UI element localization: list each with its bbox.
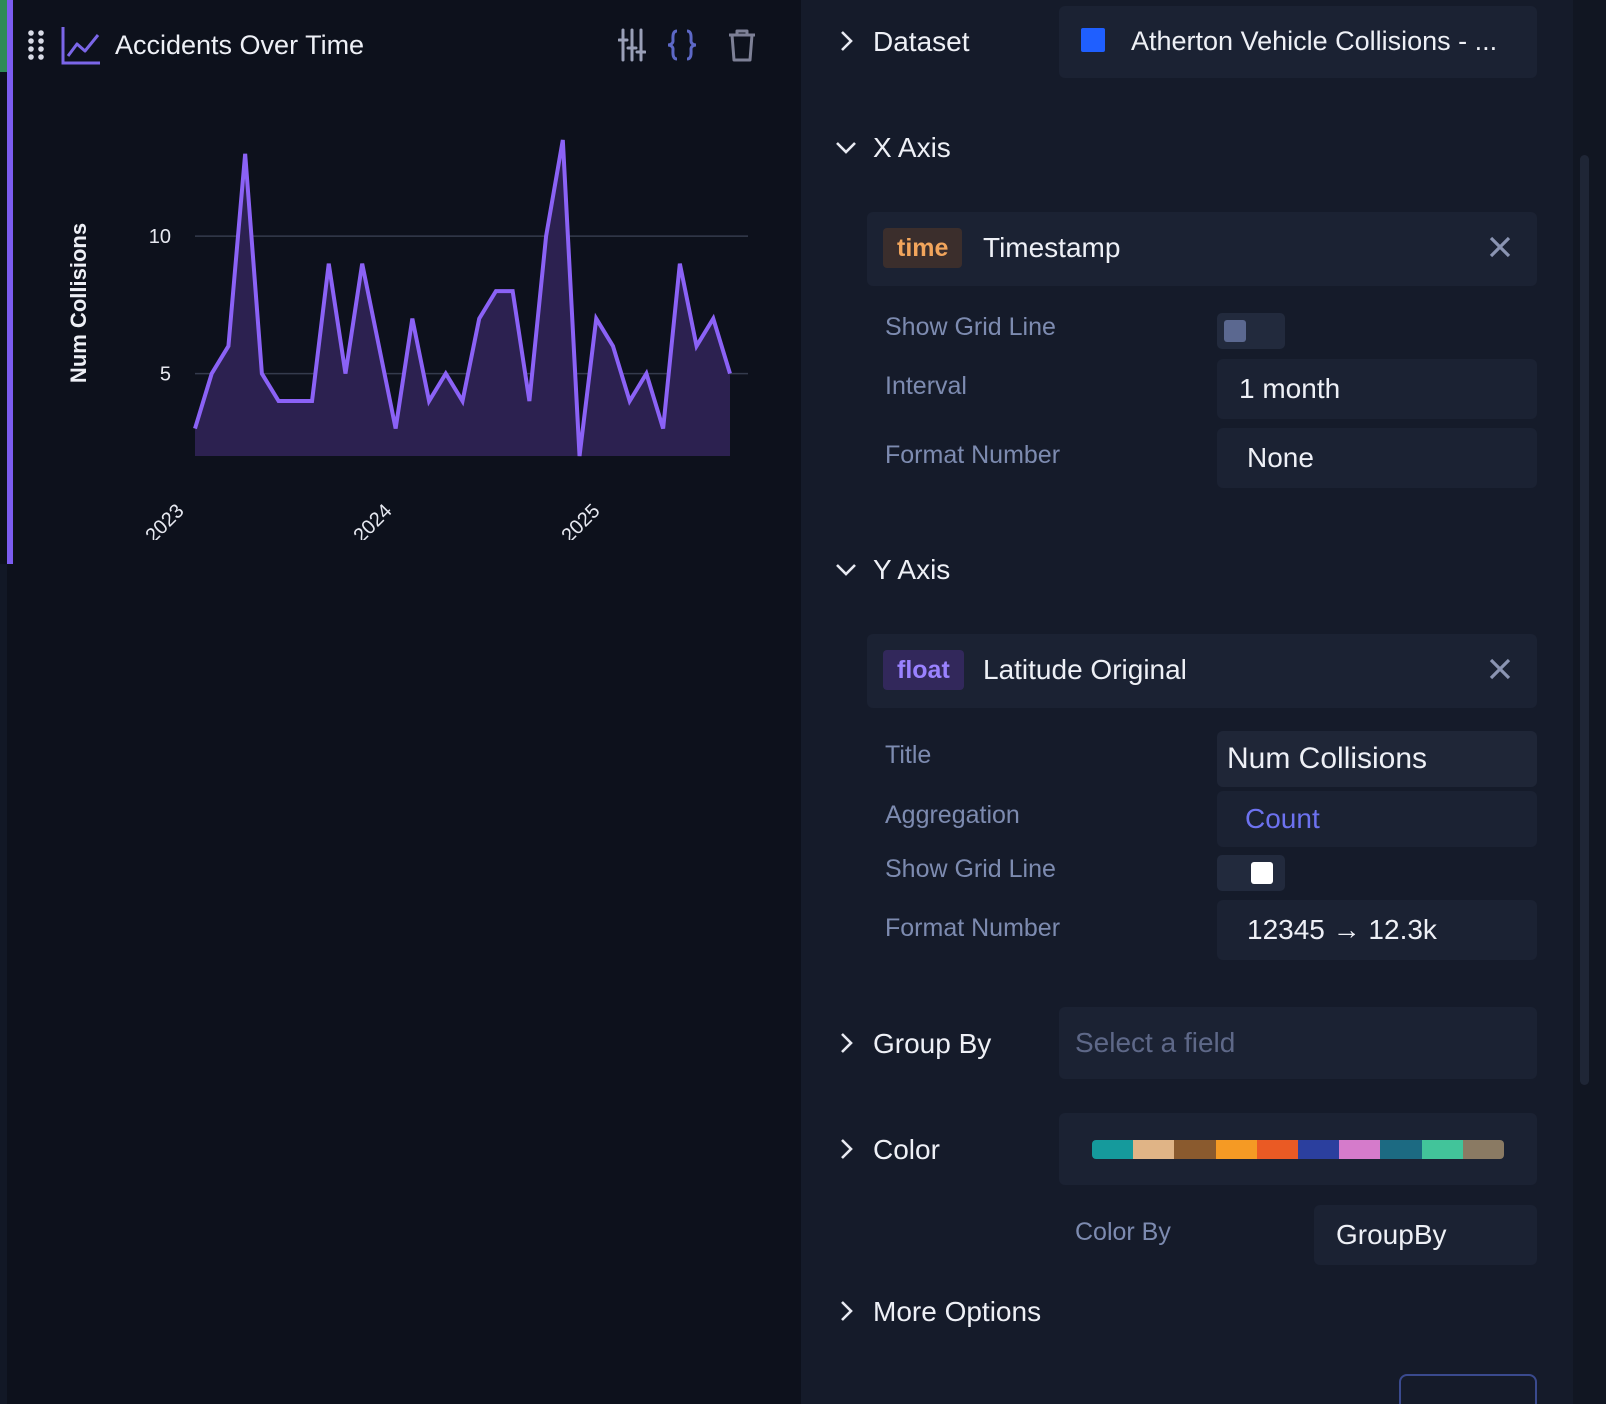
widget-title: Accidents Over Time: [115, 30, 365, 60]
widget-edge: [0, 564, 7, 1404]
y-title-input[interactable]: Num Collisions: [1217, 731, 1537, 787]
dataset-select[interactable]: Atherton Vehicle Collisions - ...: [1059, 6, 1537, 78]
x-tick-label: 2023: [142, 500, 189, 540]
accidents-line-chart: 5 10 2023 2024 2025 Num Collisions: [66, 139, 748, 540]
palette-swatch: [1462, 1140, 1504, 1159]
dataset-label: Dataset: [873, 26, 970, 57]
braces-icon[interactable]: [664, 26, 700, 64]
y-format-number-select[interactable]: 12345 → 12.3k: [1217, 900, 1537, 960]
x-axis-label: X Axis: [873, 132, 951, 163]
y-tick-label: 5: [160, 364, 171, 386]
panel-scrollbar-thumb[interactable]: [1580, 155, 1589, 1085]
color-palette-select[interactable]: [1059, 1113, 1537, 1185]
trash-icon[interactable]: [724, 26, 760, 64]
close-icon[interactable]: [1485, 232, 1515, 262]
y-axis-label: Y Axis: [873, 554, 951, 585]
palette-swatch: [1421, 1140, 1463, 1159]
aggregation-select[interactable]: Count: [1217, 791, 1537, 847]
palette-swatch: [1298, 1140, 1340, 1159]
widget-edge-accent: [0, 0, 7, 72]
toggle-knob: [1224, 320, 1246, 342]
dataset-name: Atherton Vehicle Collisions - ...: [1131, 26, 1498, 56]
widget-header: Accidents Over Time: [26, 22, 766, 68]
color-label: Color: [873, 1134, 940, 1165]
y-axis-section[interactable]: Y Axis: [801, 542, 1541, 598]
chevron-right-icon[interactable]: [833, 1298, 859, 1324]
chevron-down-icon[interactable]: [833, 556, 859, 582]
color-by-select[interactable]: GroupBy: [1314, 1205, 1537, 1265]
more-options-label: More Options: [873, 1296, 1042, 1327]
area-fill: [195, 140, 730, 456]
sliders-icon[interactable]: [614, 26, 650, 64]
panel-scrollbar[interactable]: [1573, 0, 1606, 1404]
palette-swatch: [1215, 1140, 1257, 1159]
toggle-knob: [1251, 862, 1273, 884]
y-axis-field[interactable]: float Latitude Original: [867, 634, 1537, 708]
x-show-grid-label: Show Grid Line: [885, 313, 1056, 341]
y-show-grid-toggle[interactable]: [1217, 855, 1285, 891]
panel-footer-button[interactable]: [1399, 1374, 1537, 1404]
chevron-right-icon[interactable]: [833, 1136, 859, 1162]
palette-swatch: [1174, 1140, 1216, 1159]
chevron-right-icon[interactable]: [833, 28, 859, 54]
group-by-label: Group By: [873, 1028, 992, 1059]
x-axis-section[interactable]: X Axis: [801, 120, 1541, 176]
aggregation-label: Aggregation: [885, 801, 1020, 829]
group-by-select[interactable]: Select a field: [1059, 1007, 1537, 1079]
dataset-color-swatch: [1081, 28, 1105, 52]
x-field-name: Timestamp: [983, 232, 1121, 263]
chevron-down-icon[interactable]: [833, 134, 859, 160]
close-icon[interactable]: [1485, 654, 1515, 684]
y-format-number-label: Format Number: [885, 914, 1061, 942]
field-type-badge: float: [883, 650, 964, 690]
color-palette: [1092, 1140, 1504, 1159]
more-options-section[interactable]: More Options: [801, 1284, 1541, 1340]
drag-handle-icon[interactable]: [26, 28, 46, 62]
line-chart-icon: [60, 24, 102, 66]
y-axis-title: Num Collisions: [66, 223, 91, 383]
palette-swatch: [1256, 1140, 1299, 1159]
widget-selected-indicator: [7, 0, 13, 564]
y-title-label: Title: [885, 741, 932, 769]
x-format-number-select[interactable]: None: [1217, 428, 1537, 488]
palette-swatch: [1133, 1140, 1175, 1159]
x-format-number-label: Format Number: [885, 441, 1061, 469]
chart-config-panel: Dataset Atherton Vehicle Collisions - ..…: [801, 0, 1573, 1404]
group-by-placeholder: Select a field: [1075, 1027, 1236, 1058]
palette-swatch: [1092, 1140, 1134, 1159]
color-by-label: Color By: [1075, 1218, 1171, 1246]
palette-swatch: [1339, 1140, 1381, 1159]
chevron-right-icon[interactable]: [833, 1030, 859, 1056]
x-axis-field[interactable]: time Timestamp: [867, 212, 1537, 286]
field-type-badge: time: [883, 228, 963, 268]
interval-select[interactable]: 1 month: [1217, 359, 1537, 419]
x-tick-label: 2025: [558, 500, 605, 540]
x-tick-label: 2024: [350, 500, 397, 540]
chart-widget: Accidents Over Time 5 10 2023 2024 2025 …: [0, 0, 801, 1404]
y-tick-label: 10: [149, 226, 171, 248]
interval-label: Interval: [885, 372, 967, 400]
y-show-grid-label: Show Grid Line: [885, 855, 1056, 883]
y-field-name: Latitude Original: [983, 654, 1187, 685]
palette-swatch: [1380, 1140, 1422, 1159]
x-show-grid-toggle[interactable]: [1217, 313, 1285, 349]
